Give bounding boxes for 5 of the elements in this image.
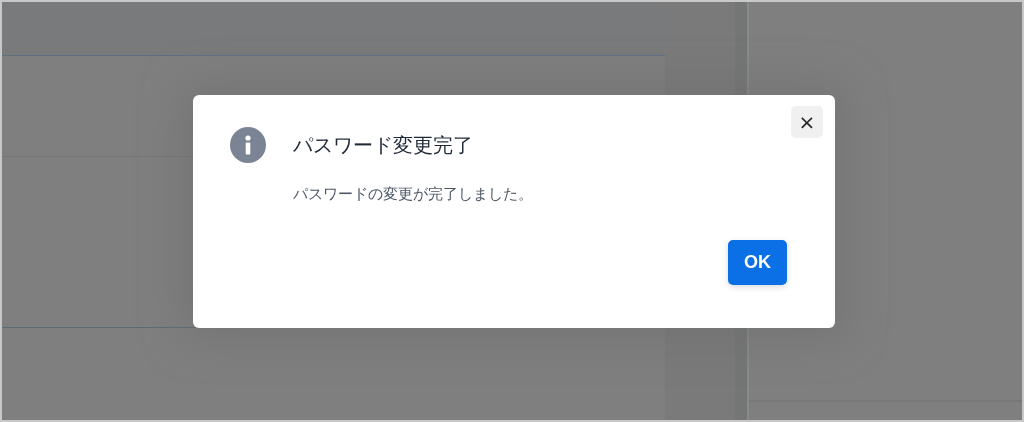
dialog-title: パスワード変更完了 bbox=[293, 131, 473, 159]
info-icon bbox=[230, 127, 266, 163]
close-button[interactable]: × bbox=[791, 106, 823, 138]
ok-button[interactable]: OK bbox=[728, 240, 787, 285]
dialog-message: パスワードの変更が完了しました。 bbox=[293, 185, 534, 204]
